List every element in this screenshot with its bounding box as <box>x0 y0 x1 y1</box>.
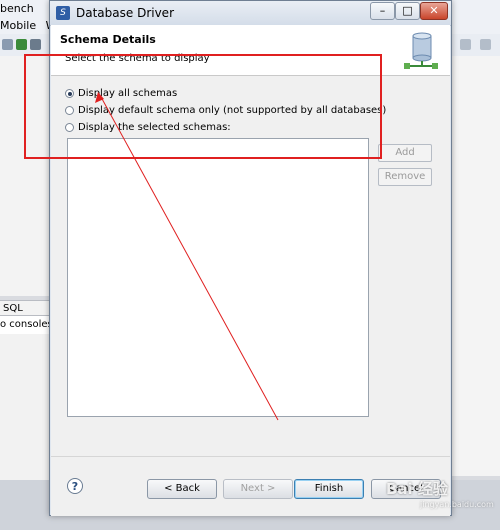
next-button[interactable]: Next > <box>223 479 293 499</box>
dialog-title: Database Driver <box>76 6 174 20</box>
toolbar-icon[interactable] <box>2 39 13 50</box>
sql-results-body: o consoles t <box>0 316 52 335</box>
app-logo-icon: S <box>56 6 70 20</box>
background-right-panel <box>452 56 500 476</box>
watermark: Bai 经验 <box>386 480 448 498</box>
database-icon <box>404 32 438 69</box>
minimize-button[interactable]: – <box>370 2 395 20</box>
page-title: Schema Details <box>60 33 156 46</box>
background-window-title: bench <box>0 2 34 15</box>
sql-results-tab[interactable]: SQL Result <box>0 300 52 329</box>
schema-list[interactable] <box>67 138 369 417</box>
close-button[interactable]: ✕ <box>420 2 448 20</box>
watermark-url: jingyan.baidu.com <box>420 500 494 509</box>
dialog-titlebar[interactable]: S Database Driver – □ ✕ <box>50 1 451 26</box>
forward-nav-icon[interactable] <box>480 39 491 50</box>
toolbar-run-icon[interactable] <box>16 39 27 50</box>
toolbar-icon[interactable] <box>30 39 41 50</box>
back-button[interactable]: < Back <box>147 479 217 499</box>
add-button[interactable]: Add <box>378 144 432 162</box>
finish-button[interactable]: Finish <box>294 479 364 499</box>
annotation-highlight-box <box>24 54 382 159</box>
back-nav-icon[interactable] <box>460 39 471 50</box>
remove-button[interactable]: Remove <box>378 168 432 186</box>
menu-item-mobile[interactable]: Mobile <box>0 19 36 32</box>
maximize-button[interactable]: □ <box>395 2 420 20</box>
background-lower-panel <box>0 334 52 480</box>
help-icon[interactable]: ? <box>67 478 83 494</box>
